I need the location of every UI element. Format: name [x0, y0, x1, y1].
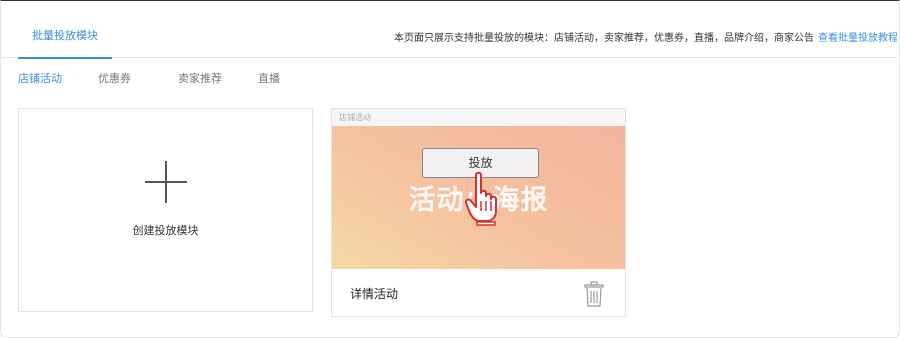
header-tabs: 批量投放模块 本页面只展示支持批量投放的模块：店铺活动，卖家推荐，优惠券，直播，…	[0, 0, 900, 59]
create-module-card[interactable]: 创建投放模块	[18, 108, 313, 312]
hand-pointer-icon	[464, 171, 497, 226]
sub-tabs: 店铺活动 优惠券 卖家推荐 直播	[0, 70, 400, 90]
sub-tab-store-activity[interactable]: 店铺活动	[18, 70, 62, 86]
poster-card-title: 详情活动	[350, 287, 399, 301]
create-module-label: 创建投放模块	[132, 224, 199, 237]
poster-card-header: 店铺活动	[332, 109, 625, 126]
plus-icon	[145, 161, 187, 203]
poster-card-footer: 详情活动	[332, 269, 625, 316]
poster-preview: 活动小海报 投放	[332, 126, 625, 269]
tutorial-link[interactable]: 查看批量投放教程	[818, 33, 898, 44]
sub-tab-coupon[interactable]: 优惠券	[98, 70, 131, 86]
trash-icon[interactable]	[582, 281, 606, 307]
tab-batch-launch[interactable]: 批量投放模块	[18, 0, 112, 59]
notice: 本页面只展示支持批量投放的模块：店铺活动，卖家推荐，优惠券，直播，品牌介绍，商家…	[394, 29, 898, 44]
poster-module-card: 店铺活动 活动小海报 投放 详情活动	[331, 108, 626, 317]
notice-text: 本页面只展示支持批量投放的模块：店铺活动，卖家推荐，优惠券，直播，品牌介绍，商家…	[394, 33, 814, 44]
sub-tab-live[interactable]: 直播	[258, 70, 280, 86]
sub-tab-seller-recommend[interactable]: 卖家推荐	[178, 70, 222, 86]
